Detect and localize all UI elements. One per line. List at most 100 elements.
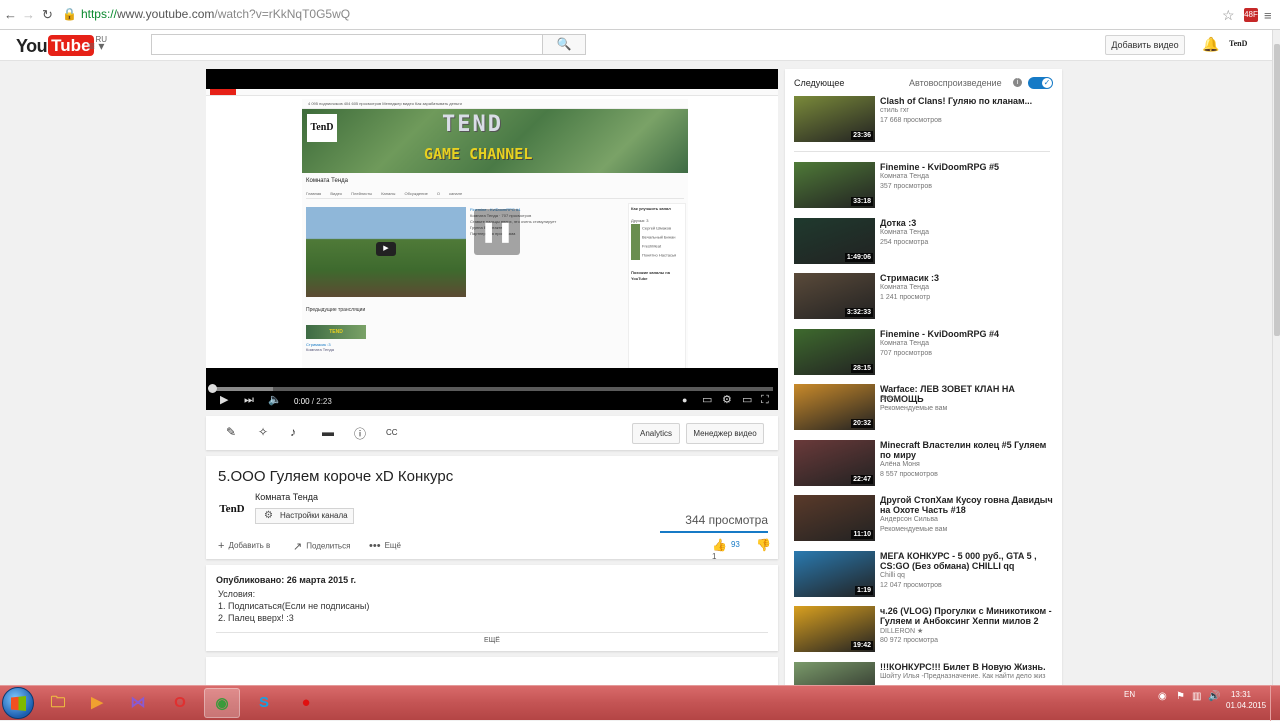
related-video-item[interactable]: 3:32:33 Стримасик :3 Комната Тенда 1 241 пр…: [794, 273, 1056, 319]
time-total: / 2:23: [309, 397, 332, 406]
tray-network-icon[interactable]: ▥: [1192, 691, 1201, 702]
more-actions-button[interactable]: ••• Ещё: [369, 540, 401, 552]
share-button[interactable]: ↗ Поделиться: [293, 540, 350, 553]
video-thumbnail[interactable]: 22:47: [794, 440, 875, 486]
related-video-item[interactable]: 23:36 Clash of Clans! Гуляю по кланам... с…: [794, 96, 1056, 142]
related-video-item[interactable]: 19:42 ч.26 (VLOG) Прогулки с Миникотиком …: [794, 606, 1056, 652]
frame-banner: TenD TEND GAME CHANNEL: [302, 109, 688, 173]
add-to-button[interactable]: + Добавить в: [218, 540, 270, 552]
search-button[interactable]: 🔍: [542, 34, 586, 55]
video-thumbnail[interactable]: 28:15: [794, 329, 875, 375]
back-icon[interactable]: ←: [4, 8, 17, 22]
video-thumbnail[interactable]: 33:18: [794, 162, 875, 208]
taskbar-app-media-player[interactable]: ▶: [79, 688, 115, 718]
channel-avatar[interactable]: TenD: [216, 493, 248, 525]
settings-gear-icon[interactable]: ⚙: [722, 394, 732, 407]
related-video-title[interactable]: Другой СтопХам Кусоу говна Давидыч на Ох…: [880, 495, 1056, 515]
thumbs-down-icon[interactable]: 👎: [756, 538, 771, 552]
analytics-button[interactable]: Analytics: [632, 423, 680, 444]
taskbar-app-skype[interactable]: S: [246, 688, 282, 718]
related-video-item[interactable]: 11:10 Другой СтопХам Кусоу говна Давидыч …: [794, 495, 1056, 541]
video-thumbnail[interactable]: 1:19: [794, 551, 875, 597]
comment-icon[interactable]: ▬: [322, 425, 334, 439]
video-manager-button[interactable]: Менеджер видео: [686, 423, 764, 444]
subtitles-icon[interactable]: ▭: [702, 394, 712, 407]
page-scrollbar[interactable]: [1272, 30, 1280, 685]
info-icon[interactable]: ⓘ: [354, 425, 366, 442]
language-indicator[interactable]: EN: [1124, 690, 1135, 699]
autoplay-toggle[interactable]: ✓: [1028, 77, 1053, 89]
tray-volume-icon[interactable]: 🔊: [1208, 691, 1220, 702]
music-note-icon[interactable]: ♪: [290, 425, 296, 439]
taskbar-app-explorer[interactable]: 🗀: [40, 688, 76, 718]
fullscreen-icon[interactable]: ⛶: [761, 394, 769, 407]
related-video-title[interactable]: Стримасик :3: [880, 273, 1056, 283]
info-icon[interactable]: i: [1013, 78, 1022, 87]
volume-icon[interactable]: 🔈: [268, 394, 282, 407]
start-button[interactable]: [2, 687, 34, 719]
address-bar[interactable]: 🔒 https://www.youtube.com/watch?v=rKkNqT0…: [62, 7, 1242, 25]
theater-mode-icon[interactable]: ▭: [742, 394, 752, 407]
video-thumbnail[interactable]: 3:32:33: [794, 273, 875, 319]
related-video-item[interactable]: 1:49:06 Дотка :3 Комната Тенда 254 просмотр…: [794, 218, 1056, 264]
system-clock[interactable]: 13:31 01.04.2015: [1226, 689, 1266, 711]
account-avatar[interactable]: TenD: [1229, 39, 1247, 48]
related-video-views: 12 047 просмотров: [880, 582, 942, 589]
forward-icon[interactable]: →: [22, 8, 35, 22]
related-video-views: 8 557 просмотров: [880, 471, 938, 478]
taskbar-app-recorder[interactable]: ●: [288, 688, 324, 718]
reload-icon[interactable]: ↻: [42, 8, 53, 22]
upload-button[interactable]: Добавить видео: [1105, 35, 1185, 55]
related-video-title[interactable]: Finemine - KviDoomRPG #5: [880, 162, 1056, 172]
video-thumbnail[interactable]: 23:36: [794, 96, 875, 142]
video-thumbnail[interactable]: 20:32: [794, 384, 875, 430]
tray-record-icon[interactable]: ◉: [1158, 691, 1167, 702]
scrollbar-thumb[interactable]: [1274, 44, 1280, 336]
tray-flag-icon[interactable]: ⚑: [1176, 691, 1185, 702]
related-video-item[interactable]: 22:47 Minecraft Властелин колец #5 Гуляем…: [794, 440, 1056, 486]
guide-menu-icon[interactable]: ≡ ▾: [88, 39, 104, 53]
browser-menu-icon[interactable]: ≡: [1264, 8, 1272, 23]
video-thumbnail[interactable]: 1:49:06: [794, 218, 875, 264]
video-thumbnail[interactable]: 19:42: [794, 606, 875, 652]
bookmark-star-icon[interactable]: ☆: [1222, 7, 1235, 24]
related-video-title[interactable]: Warface: ЛЕВ ЗОВЕТ КЛАН НА ПОМОЩЬ: [880, 384, 1056, 404]
video-duration: 1:19: [854, 586, 873, 595]
video-player[interactable]: 4 095 подписчиков 404 605 просмотров Мен…: [206, 69, 778, 410]
related-video-title[interactable]: МЕГА КОНКУРС - 5 000 руб., GTA 5 , CS:GO…: [880, 551, 1056, 571]
related-video-title[interactable]: Minecraft Властелин колец #5 Гуляем по м…: [880, 440, 1056, 460]
show-more-button[interactable]: ЕЩЁ: [206, 637, 778, 644]
related-video-title[interactable]: Дотка :3: [880, 218, 1056, 228]
extension-badge[interactable]: 48F: [1244, 8, 1258, 22]
play-icon[interactable]: ▶: [220, 394, 228, 407]
channel-settings-button[interactable]: ⚙ Настройки канала: [255, 508, 354, 524]
creator-toolbar: ✎ ✧ ♪ ▬ ⓘ CC Analytics Менеджер видео: [206, 416, 778, 450]
video-thumbnail[interactable]: 11:10: [794, 495, 875, 541]
url-host: www.youtube.com: [116, 7, 215, 21]
channel-name[interactable]: Комната Тенда: [255, 492, 318, 502]
related-video-item[interactable]: 33:18 Finemine - KviDoomRPG #5 Комната Тен…: [794, 162, 1056, 208]
frame-prev-meta: Стримасик :3 Комната Тенда: [306, 342, 334, 352]
player-controls: ▶ ⏭ 🔈 0:00 / 2:23 ● ▭ ⚙ ▭ ⛶: [206, 391, 778, 410]
notifications-bell-icon[interactable]: 🔔: [1202, 36, 1219, 53]
thumbs-up-icon[interactable]: 👍: [712, 538, 727, 552]
related-video-item[interactable]: 1:19 МЕГА КОНКУРС - 5 000 руб., GTA 5 , C…: [794, 551, 1056, 597]
annotations-icon[interactable]: ●: [682, 394, 687, 407]
taskbar-app-opera[interactable]: O: [162, 688, 198, 718]
related-video-title[interactable]: Finemine - KviDoomRPG #4: [880, 329, 1056, 339]
next-icon[interactable]: ⏭: [244, 394, 254, 407]
like-count: 93: [730, 540, 740, 550]
taskbar-app-chrome[interactable]: ◉: [204, 688, 240, 718]
cc-icon[interactable]: CC: [386, 428, 398, 437]
related-video-title[interactable]: !!!КОНКУРС!!! Билет В Новую Жизнь.: [880, 662, 1056, 672]
related-video-title[interactable]: ч.26 (VLOG) Прогулки с Миникотиком - Гул…: [880, 606, 1056, 626]
related-video-item[interactable]: 20:32 Warface: ЛЕВ ЗОВЕТ КЛАН НА ПОМОЩЬ Эл…: [794, 384, 1056, 430]
related-video-title[interactable]: Clash of Clans! Гуляю по кланам...: [880, 96, 1056, 106]
show-desktop-button[interactable]: [1270, 686, 1280, 721]
frame-play-icon: ▶: [376, 242, 396, 256]
related-video-item[interactable]: 28:15 Finemine - KviDoomRPG #4 Комната Тен…: [794, 329, 1056, 375]
search-input[interactable]: [151, 34, 543, 55]
taskbar-app-visual-studio[interactable]: ⋈: [120, 688, 156, 718]
pencil-icon[interactable]: ✎: [226, 425, 236, 439]
magic-wand-icon[interactable]: ✧: [258, 425, 268, 439]
